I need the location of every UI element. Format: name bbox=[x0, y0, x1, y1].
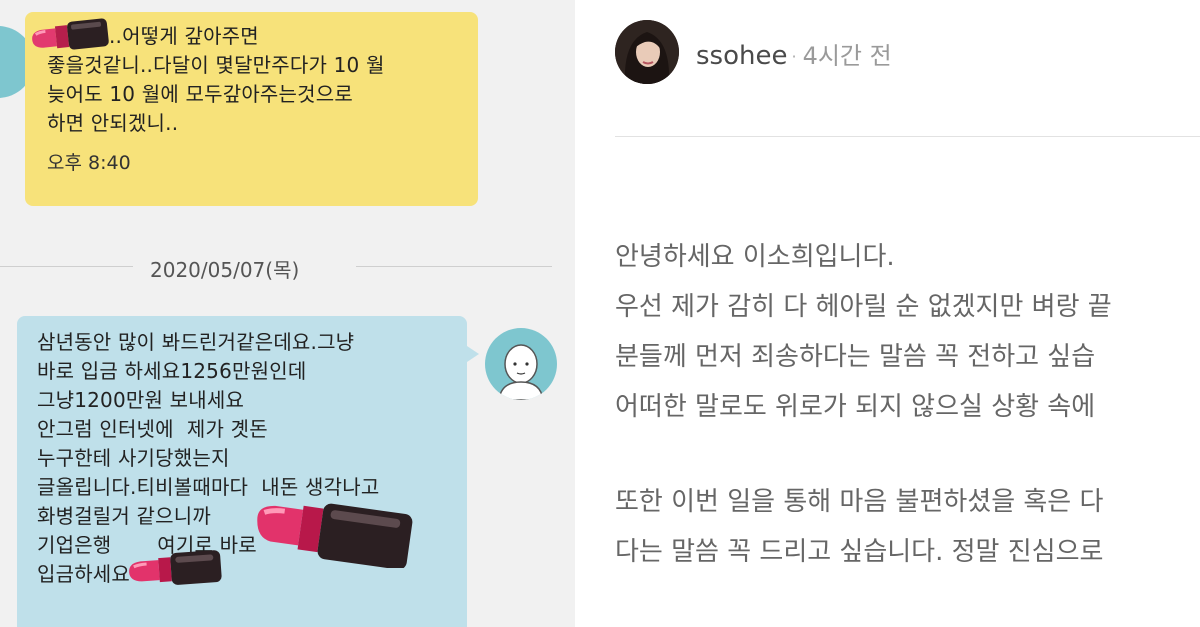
message-line: 그냥1200만원 보내세요 bbox=[37, 388, 245, 412]
lipstick-icon bbox=[129, 550, 222, 585]
social-post: ssohee · 4시간 전 안녕하세요 이소희입니다. 우선 제가 감히 다 헤아… bbox=[589, 0, 1200, 627]
message-line: 바로 입금 하세요1256만원인데 bbox=[37, 359, 307, 383]
post-text-line: 분들께 먼저 죄송하다는 말씀 꼭 전하고 싶습 bbox=[615, 342, 1096, 372]
lipstick-icon bbox=[257, 503, 413, 568]
separator-line bbox=[0, 266, 133, 267]
message-time: 오후 8:40 bbox=[47, 152, 131, 174]
post-header: ssohee · 4시간 전 bbox=[696, 36, 892, 71]
post-text-line: 어떠한 말로도 위로가 되지 않으실 상황 속에 bbox=[615, 392, 1096, 422]
date-separator: 2020/05/07(목) bbox=[0, 252, 575, 282]
separator-dot: · bbox=[791, 47, 797, 66]
message-line: 늦어도 10 월에 모두갚아주는것으로 bbox=[47, 82, 353, 106]
profile-picture[interactable] bbox=[615, 20, 679, 84]
chat-screenshot: ..어떻게 갚아주면 좋을것같니..다달이 몇달만주다가 10 월 늦어도 10… bbox=[0, 0, 575, 627]
date-label: 2020/05/07(목) bbox=[150, 258, 300, 282]
post-text-line: 안녕하세요 이소희입니다. bbox=[615, 242, 895, 272]
sent-message-bubble: 삼년동안 많이 봐드린거같은데요.그냥 바로 입금 하세요1256만원인데 그냥… bbox=[17, 316, 479, 627]
message-line: 하면 안되겠니.. bbox=[47, 111, 179, 135]
header-divider bbox=[615, 136, 1200, 137]
message-line: 삼년동안 많이 봐드린거같은데요.그냥 bbox=[37, 330, 355, 354]
panel-divider bbox=[575, 0, 589, 627]
post-text-line: 또한 이번 일을 통해 마음 불편하셨을 혹은 다 bbox=[615, 487, 1104, 517]
separator-line bbox=[356, 266, 552, 267]
post-text-line: 다는 말씀 꼭 드리고 싶습니다. 정말 진심으로 bbox=[615, 537, 1104, 567]
message-line: 누구한테 사기당했는지 bbox=[37, 446, 230, 470]
username[interactable]: ssohee bbox=[696, 41, 787, 71]
post-time: 4시간 전 bbox=[802, 42, 892, 70]
message-line: 글올립니다.티비볼때마다 내돈 생각나고 bbox=[37, 475, 380, 499]
post-text-line: 우선 제가 감히 다 헤아릴 순 없겠지만 벼랑 끝 bbox=[615, 292, 1112, 322]
post-body: 안녕하세요 이소희입니다. 우선 제가 감히 다 헤아릴 순 없겠지만 벼랑 끝… bbox=[615, 232, 1200, 577]
message-line: 안그럼 인터넷에 제가 곗돈 bbox=[37, 417, 268, 441]
default-avatar-icon bbox=[485, 328, 557, 400]
lipstick-icon bbox=[32, 18, 109, 50]
